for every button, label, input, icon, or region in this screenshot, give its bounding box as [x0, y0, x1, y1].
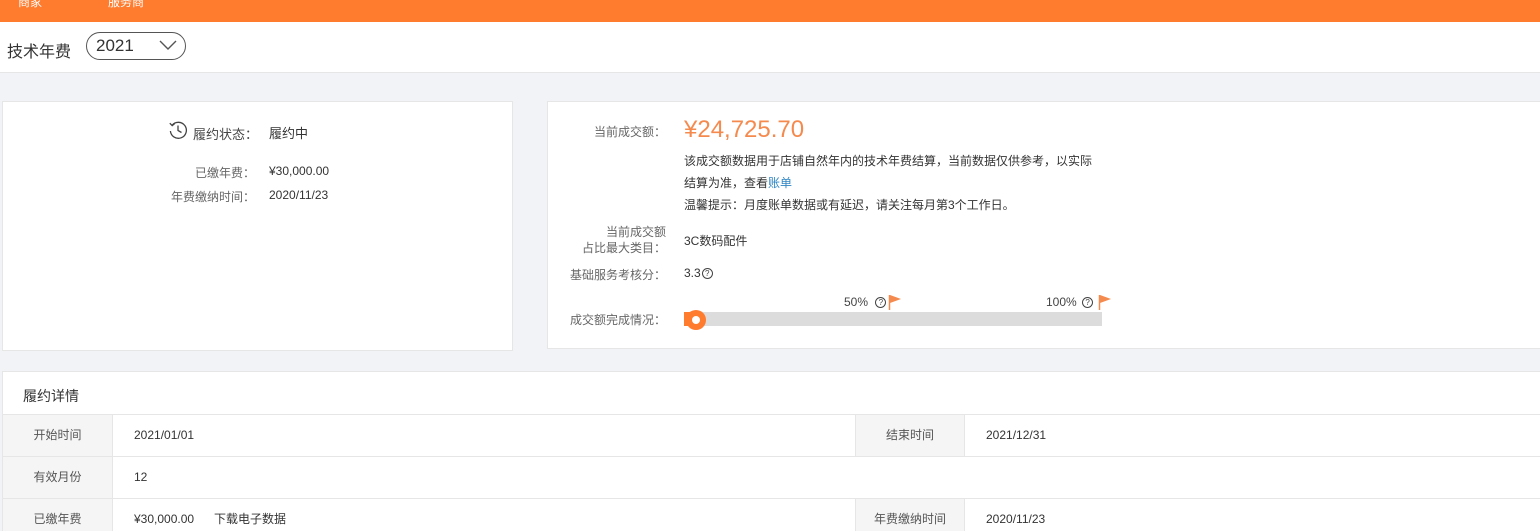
progress-marker-100: 100% ?	[1046, 295, 1094, 309]
progress-marker-50-label: 50%	[844, 295, 869, 309]
top-category-label-line2: 占比最大类目：	[581, 241, 666, 255]
sales-tip: 温馨提示：月度账单数据或有延迟，请关注每月第3个工作日。	[684, 198, 1015, 212]
question-circle-icon[interactable]: ?	[1082, 297, 1094, 308]
valid-months-header: 有效月份	[3, 457, 113, 498]
fulfillment-details: 履约详情 开始时间 2021/01/01 结束时间 2021/12/31 有效月…	[2, 371, 1540, 531]
progress-marker-100-label: 100%	[1046, 295, 1077, 309]
table-row: 已缴年费 ¥30,000.00 下载电子数据 年费缴纳时间 2020/11/23	[3, 498, 1540, 531]
status-label: 履约状态：	[193, 127, 259, 142]
top-nav-bar: 商家 服务商	[0, 0, 1540, 22]
nav-item-provider[interactable]: 服务商	[108, 0, 144, 10]
flag-icon	[1098, 295, 1111, 310]
nav-item-merchant[interactable]: 商家	[18, 0, 42, 10]
page-title: 技术年费	[7, 44, 72, 61]
sales-progress-bar	[684, 312, 1102, 326]
top-category-value: 3C数码配件	[684, 234, 748, 248]
service-score-number: 3.3	[684, 266, 701, 280]
history-clock-icon	[169, 121, 187, 139]
pay-time-label: 年费缴纳时间：	[170, 190, 255, 204]
valid-months-value: 12	[134, 470, 148, 484]
table-row: 有效月份 12	[3, 456, 1540, 498]
paid-fee-value: ¥30,000.00	[269, 164, 330, 178]
end-time-value: 2021/12/31	[986, 428, 1047, 442]
sales-progress-knob	[686, 310, 706, 330]
current-sales-label: 当前成交额：	[593, 125, 666, 139]
pay-time-header: 年费缴纳时间	[855, 499, 965, 531]
pay-time-detail-value: 2020/11/23	[986, 512, 1046, 526]
paid-fee-header: 已缴年费	[3, 499, 113, 531]
download-data-link[interactable]: 下载电子数据	[214, 499, 286, 531]
current-sales-amount: ¥24,725.70	[684, 116, 805, 143]
progress-marker-50: 50% ?	[844, 295, 887, 309]
bill-link[interactable]: 账单	[768, 176, 792, 190]
page-header: 技术年费 2021	[0, 22, 1540, 73]
progress-label: 成交额完成情况：	[569, 313, 666, 327]
paid-fee-label: 已缴年费：	[194, 166, 255, 180]
status-value: 履约中	[269, 126, 309, 141]
flag-icon	[888, 295, 901, 310]
question-circle-icon[interactable]: ?	[701, 268, 713, 279]
chevron-down-icon	[159, 40, 177, 50]
sales-description-line2: 结算为准，查看账单	[684, 172, 1092, 194]
year-select-value: 2021	[96, 36, 134, 55]
sales-description-prefix: 结算为准，查看	[684, 176, 769, 190]
start-time-value: 2021/01/01	[134, 428, 195, 442]
sales-description-line1: 该成交额数据用于店铺自然年内的技术年费结算，当前数据仅供参考，以实际	[684, 154, 1093, 168]
top-category-label-line1: 当前成交额	[605, 225, 666, 239]
start-time-header: 开始时间	[3, 415, 113, 456]
question-circle-icon[interactable]: ?	[875, 297, 887, 308]
details-title: 履约详情	[23, 388, 79, 404]
service-score-value: 3.3?	[684, 266, 713, 280]
paid-fee-detail-value: ¥30,000.00	[134, 512, 195, 526]
year-select[interactable]: 2021	[86, 32, 186, 60]
pay-time-value: 2020/11/23	[269, 188, 329, 202]
fulfillment-status-card: 履约状态： 履约中 已缴年费： ¥30,000.00 年费缴纳时间： 2020/…	[2, 101, 513, 351]
sales-card: 当前成交额： ¥24,725.70 该成交额数据用于店铺自然年内的技术年费结算，…	[547, 101, 1540, 349]
table-row: 开始时间 2021/01/01 结束时间 2021/12/31	[3, 414, 1540, 456]
end-time-header: 结束时间	[855, 415, 965, 456]
sales-description: 该成交额数据用于店铺自然年内的技术年费结算，当前数据仅供参考，以实际 结算为准，…	[684, 150, 1092, 216]
service-score-label: 基础服务考核分：	[569, 268, 666, 282]
